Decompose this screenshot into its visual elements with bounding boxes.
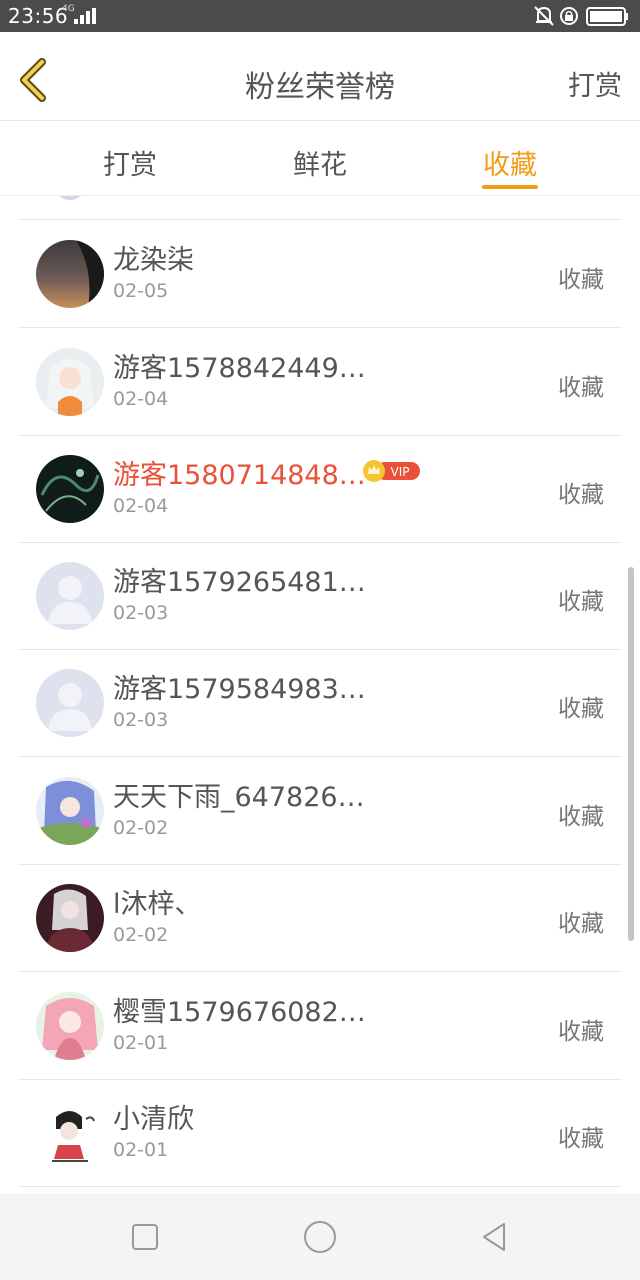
tab-tip[interactable]: 打赏 [75, 143, 185, 182]
avatar [36, 1099, 104, 1167]
date: 02-03 [113, 602, 169, 624]
date: 02-01 [113, 1139, 169, 1161]
mute-bell-icon [534, 6, 554, 26]
date: 02-02 [113, 817, 169, 839]
list-item[interactable]: 游客1580714848… VIP 02-04 收藏 [18, 435, 622, 543]
action-label: 收藏 [558, 911, 604, 937]
action-label: 收藏 [558, 1019, 604, 1045]
home-icon[interactable] [303, 1220, 337, 1254]
avatar [48, 196, 92, 200]
back-icon[interactable] [478, 1220, 512, 1254]
tab-bar: 打赏 鲜花 收藏 [0, 121, 640, 196]
list-item[interactable]: 游客1579584983… 02-03 收藏 [18, 649, 622, 757]
action-label: 收藏 [558, 804, 604, 830]
list-item[interactable]: 游客1578842449… 02-04 收藏 [18, 328, 622, 436]
action-label: 收藏 [558, 375, 604, 401]
user-name: 天天下雨_647826… [113, 782, 365, 813]
list-item[interactable]: 小清欣 02-01 收藏 [18, 1079, 622, 1187]
list-item[interactable]: 游客1579265481… 02-03 收藏 [18, 542, 622, 650]
user-name: l沐梓、 [113, 889, 202, 920]
list-item[interactable]: 樱雪1579676082… 02-01 收藏 [18, 972, 622, 1080]
date: 02-04 [113, 495, 169, 517]
date: 02-04 [113, 388, 169, 410]
status-bar: 23:56 4G [0, 0, 640, 32]
user-name: 游客1579265481… [113, 567, 366, 598]
rotation-lock-icon [560, 7, 578, 25]
page-title: 粉丝荣誉榜 [245, 70, 395, 105]
battery-icon [586, 7, 628, 26]
status-time: 23:56 [8, 4, 69, 28]
action-label: 收藏 [558, 589, 604, 615]
active-tab-indicator [482, 185, 538, 189]
fan-list[interactable]: 龙染柒 02-05 收藏 游客1578842449… 02-04 收藏 游客15… [0, 196, 640, 1194]
action-label: 收藏 [558, 482, 604, 508]
tab-favorite[interactable]: 收藏 [455, 143, 565, 182]
date: 02-03 [113, 709, 169, 731]
action-label: 收藏 [558, 267, 604, 293]
list-item[interactable]: 天天下雨_647826… 02-02 收藏 [18, 757, 622, 865]
date: 02-02 [113, 924, 169, 946]
status-icons [534, 6, 628, 26]
avatar [36, 992, 104, 1060]
user-name: 游客1579584983… [113, 674, 366, 705]
user-name: 小清欣 [113, 1104, 194, 1135]
avatar [36, 240, 104, 308]
action-label: 收藏 [558, 696, 604, 722]
user-name: 游客1580714848… [113, 460, 366, 491]
system-nav-bar [0, 1194, 640, 1280]
date: 02-05 [113, 280, 169, 302]
user-name: 游客1578842449… [113, 353, 366, 384]
vip-badge: VIP [363, 460, 420, 482]
avatar [36, 669, 104, 737]
avatar [36, 455, 104, 523]
page-header: 粉丝荣誉榜 打赏 [0, 32, 640, 121]
user-name: 樱雪1579676082… [113, 997, 366, 1028]
list-item[interactable]: l沐梓、 02-02 收藏 [18, 864, 622, 972]
avatar [36, 777, 104, 845]
network-type-label: 4G [62, 4, 75, 14]
signal-icon [74, 8, 96, 24]
date: 02-01 [113, 1032, 169, 1054]
avatar [36, 348, 104, 416]
action-label: 收藏 [558, 1126, 604, 1152]
tip-button[interactable]: 打赏 [568, 64, 622, 103]
user-name: 龙染柒 [113, 245, 194, 276]
vip-label: VIP [391, 465, 410, 479]
avatar [36, 884, 104, 952]
list-item[interactable]: 龙染柒 02-05 收藏 [18, 220, 622, 328]
recent-apps-icon[interactable] [128, 1220, 162, 1254]
tab-flower[interactable]: 鲜花 [265, 143, 375, 182]
scrollbar[interactable] [628, 567, 634, 941]
avatar [36, 562, 104, 630]
